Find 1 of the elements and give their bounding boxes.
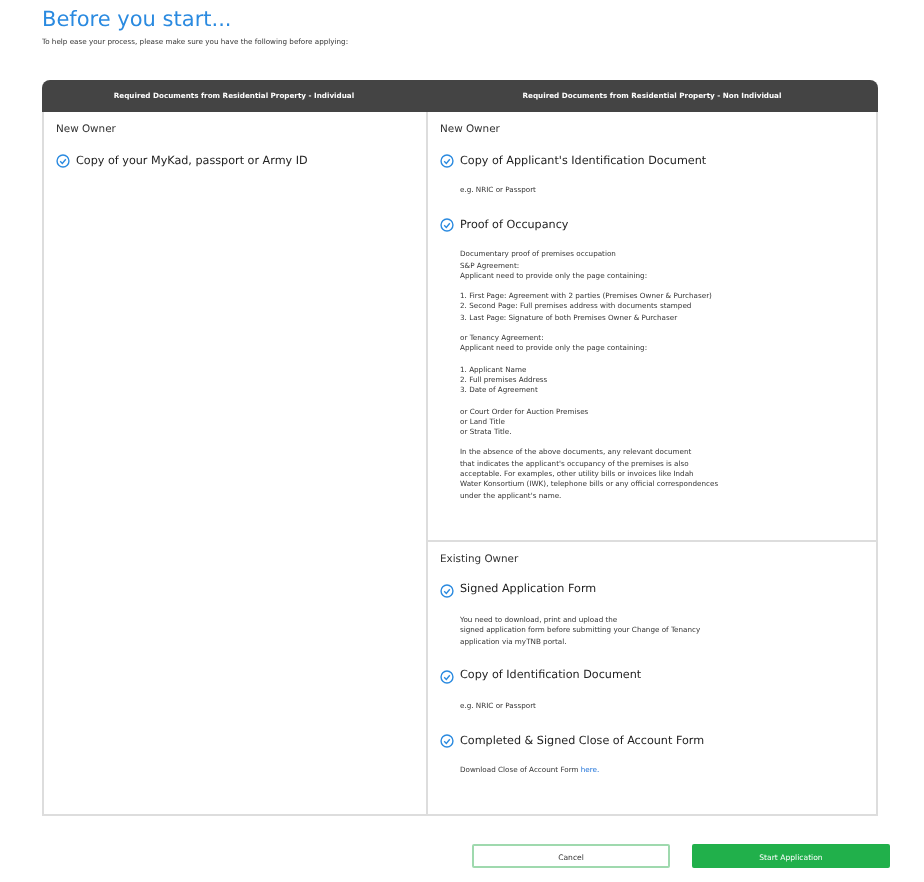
page-title: Before you start... bbox=[42, 8, 234, 32]
